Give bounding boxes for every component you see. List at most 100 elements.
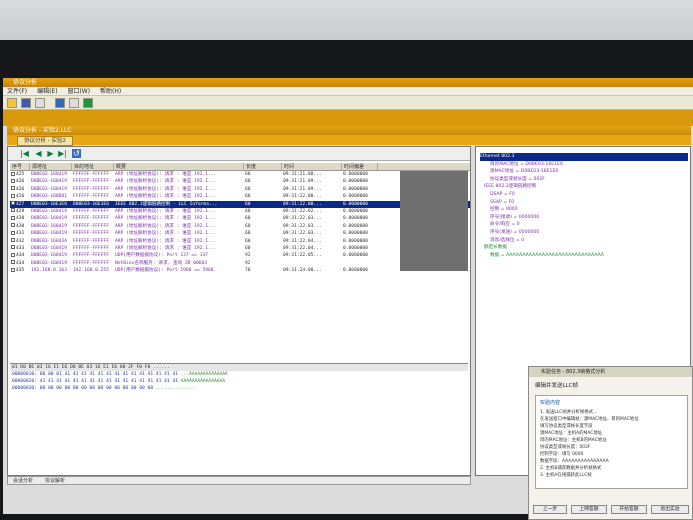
row-length: 60 xyxy=(245,208,251,214)
row-delta: 0.0000000 xyxy=(343,245,368,251)
menu-file[interactable]: 文件(F) xyxy=(3,87,31,96)
hex-pane: 01 D0 BE 03 16 E1 E6 D0 BE 03 16 E1 E6 0… xyxy=(10,363,468,463)
hex-offset: 00000020: xyxy=(12,379,37,384)
row-checkbox[interactable] xyxy=(11,245,15,250)
row-destination: D0BE03-16E1E6 xyxy=(73,201,109,207)
col-delta[interactable]: 时间偏差 xyxy=(342,163,378,170)
tree-node[interactable]: 命令/响应 = 0 xyxy=(480,221,688,229)
tree-node[interactable]: 源MAC地址 = D0BE03-16E1E6 xyxy=(480,168,688,176)
row-checkbox[interactable] xyxy=(11,186,15,191)
col-dst[interactable]: 目的地址 xyxy=(72,163,114,170)
tree-node[interactable]: 目的MAC地址 = D0BE03-16E1E6 xyxy=(480,161,688,169)
save-icon[interactable] xyxy=(21,98,31,108)
tree-node[interactable]: SSAP = F0 xyxy=(480,199,688,207)
row-number: 434 xyxy=(10,260,30,267)
row-time: 09:31:22.04... xyxy=(283,245,322,251)
row-checkbox[interactable] xyxy=(11,171,15,176)
tree-node[interactable]: 数据 = AAAAAAAAAAAAAAAAAAAAAAAAAAAAAA xyxy=(480,252,688,260)
filter-icon[interactable] xyxy=(69,98,79,108)
row-number: 434 xyxy=(10,252,30,259)
tree-node[interactable]: IEEE 802.2逻辑链路控制 xyxy=(480,183,688,191)
dialog-line: 2. 主机B捕获数据并分析帧格式 xyxy=(540,466,602,471)
col-no[interactable]: 序号 xyxy=(10,163,30,170)
prev-icon[interactable]: ◀ xyxy=(34,149,43,158)
row-summary: ARP (地址解析协议): 请求 : 谁是 192.1... xyxy=(115,231,217,237)
tab-protocol-decode[interactable]: 协议解析 xyxy=(40,477,70,485)
row-summary: ARP (地址解析协议): 请求 : 谁是 192.1... xyxy=(115,223,217,229)
row-source: D0BE03-160419 xyxy=(31,253,67,259)
row-checkbox[interactable] xyxy=(11,252,15,257)
dialog-buttons: 上一步 上网答题 开始答题 退出实验 xyxy=(529,505,693,515)
row-delta: 0.0000000 xyxy=(343,231,368,237)
menu-window[interactable]: 窗口(W) xyxy=(63,87,94,96)
dialog-content: 实验内容 1. 发送LLC帧并分析帧格式... 在发送窗口中编辑帧：源MAC地址、… xyxy=(535,395,688,489)
online-answer-button[interactable]: 上网答题 xyxy=(571,505,607,514)
row-source: D0BE03-160419 xyxy=(31,216,67,222)
col-src[interactable]: 源地址 xyxy=(30,163,72,170)
row-checkbox[interactable] xyxy=(11,208,15,213)
row-destination: FFFFFF-FFFFFF xyxy=(73,231,109,237)
menu-help[interactable]: 帮助(H) xyxy=(96,87,125,96)
row-delta xyxy=(342,260,378,267)
tree-node[interactable]: Ethernet 802.3 xyxy=(480,153,688,161)
col-summary[interactable]: 概要 xyxy=(114,163,244,170)
open-folder-icon[interactable] xyxy=(7,98,17,108)
row-destination: FFFFFF-FFFFFF xyxy=(73,260,109,266)
row-delta: 0.0000000 xyxy=(343,186,368,192)
start-icon[interactable] xyxy=(83,98,93,108)
row-time: 09:31:24.00... xyxy=(283,268,322,274)
row-checkbox[interactable] xyxy=(11,201,15,206)
tree-node[interactable]: 额定长数据 xyxy=(480,244,688,252)
tree-node[interactable]: 序号(发送) = 0000000 xyxy=(480,229,688,237)
prev-step-button[interactable]: 上一步 xyxy=(533,505,567,514)
exit-experiment-button[interactable]: 退出实验 xyxy=(651,505,689,514)
dialog-heading: 编辑并发送LLC帧 xyxy=(535,383,578,389)
window-title: 协议分析 xyxy=(3,78,693,87)
dialog-line: 在发送窗口中编辑帧：源MAC地址、目的MAC地址 xyxy=(540,417,639,422)
tab-session-analysis[interactable]: 会话分析 xyxy=(8,477,38,485)
last-icon[interactable]: ▶| xyxy=(58,149,67,158)
menu-edit[interactable]: 编辑(E) xyxy=(33,87,61,96)
tree-node[interactable]: 消息/选择位 = 0 xyxy=(480,237,688,245)
tree-node[interactable]: 控制 = 0000 xyxy=(480,206,688,214)
row-destination: FFFFFF-FFFFFF xyxy=(73,223,109,229)
refresh-icon[interactable]: ↺ xyxy=(72,149,81,158)
row-number: 432 xyxy=(10,238,30,245)
row-delta: 0.0000000 xyxy=(343,268,368,274)
col-time[interactable]: 时间 xyxy=(282,163,342,170)
row-number: 426 xyxy=(10,193,30,200)
next-icon[interactable]: ▶ xyxy=(46,149,55,158)
tree-node[interactable]: DSAP = F0 xyxy=(480,191,688,199)
tree-node[interactable]: 协议类型或帧长度 = 002F xyxy=(480,176,688,184)
row-summary: UDP(用户数据报协议): Port 5968 == 5968 xyxy=(115,268,214,274)
list-icon[interactable] xyxy=(35,98,45,108)
row-time: 09:31:22.00... xyxy=(283,194,322,200)
row-checkbox[interactable] xyxy=(11,260,15,265)
capture-icon[interactable] xyxy=(55,98,65,108)
row-source: D0BE03-160419 xyxy=(31,186,67,192)
dialog-title: 实验任务 - 802.3帧格式分析 xyxy=(529,367,692,377)
dialog-line: 目的MAC地址：主机B的MAC地址 xyxy=(540,438,607,443)
first-icon[interactable]: |◀ xyxy=(20,149,29,158)
row-checkbox[interactable] xyxy=(11,230,15,235)
row-checkbox[interactable] xyxy=(11,267,15,272)
row-checkbox[interactable] xyxy=(11,238,15,243)
row-destination: FFFFFF-FFFFFF xyxy=(73,172,109,177)
row-length: 60 xyxy=(245,172,251,177)
row-source: 192.168.0.163 xyxy=(31,268,67,274)
row-delta: 0.0000000 xyxy=(343,172,368,177)
row-length: 70 xyxy=(245,268,251,274)
hex-bytes: 41 41 41 41 41 41 41 41 41 41 41 41 41 4… xyxy=(39,379,178,384)
row-checkbox[interactable] xyxy=(11,223,15,228)
tree-node[interactable]: 序号(接收) = 0000000 xyxy=(480,214,688,222)
start-answer-button[interactable]: 开始答题 xyxy=(611,505,647,514)
row-checkbox[interactable] xyxy=(11,193,15,198)
col-len[interactable]: 长度 xyxy=(244,163,282,170)
row-time: 09:31:22.03... xyxy=(283,223,322,229)
row-destination: 192.168.0.255 xyxy=(73,268,109,274)
row-checkbox[interactable] xyxy=(11,215,15,220)
row-checkbox[interactable] xyxy=(11,178,15,183)
dialog-line: 数据字段：AAAAAAAAAAAAAAA xyxy=(540,459,609,464)
row-summary: ARP (地址解析协议): 请求 : 谁是 192.1... xyxy=(115,238,217,244)
document-tab[interactable]: 协议分析 - 实验2 xyxy=(17,136,73,146)
